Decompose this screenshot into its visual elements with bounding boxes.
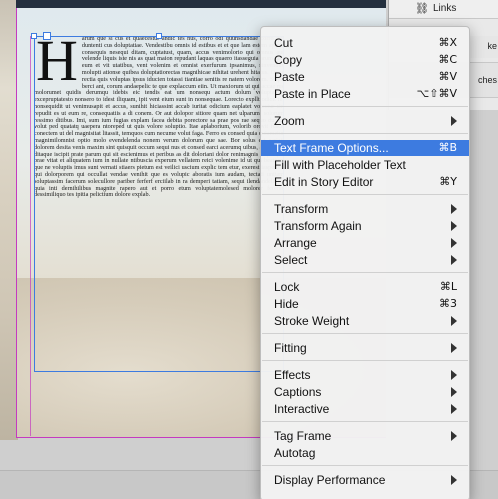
submenu-arrow-icon [451, 387, 457, 397]
menu-separator [262, 133, 468, 134]
links-panel-tab[interactable]: ⛓ Links [389, 0, 498, 19]
menu-item-label: Transform Again [274, 219, 362, 233]
menu-separator [262, 333, 468, 334]
menu-item-captions[interactable]: Captions [261, 384, 469, 400]
submenu-arrow-icon [451, 221, 457, 231]
submenu-arrow-icon [451, 370, 457, 380]
menu-item-label: Hide [274, 297, 299, 311]
menu-item-label: Cut [274, 36, 293, 50]
document-window: H arum que si cus et quaecestur andic te… [0, 0, 498, 499]
menu-item-paste[interactable]: Paste ⌘V [261, 69, 469, 85]
menu-item-label: Edit in Story Editor [274, 175, 374, 189]
resize-handle-top-left[interactable] [31, 33, 37, 39]
menu-item-fill-with-placeholder-text[interactable]: Fill with Placeholder Text [261, 157, 469, 173]
menu-item-text-frame-options[interactable]: Text Frame Options... ⌘B [261, 140, 469, 156]
menu-item-label: Display Performance [274, 473, 386, 487]
menu-item-shortcut: ⌘C [438, 53, 457, 66]
menu-item-label: Copy [274, 53, 303, 67]
links-panel-label: Links [433, 3, 457, 14]
menu-item-paste-in-place[interactable]: Paste in Place ⌥⇧⌘V [261, 86, 469, 102]
panel-row-swatches-label: ches [477, 75, 497, 85]
submenu-arrow-icon [451, 404, 457, 414]
menu-item-label: Text Frame Options... [274, 141, 389, 155]
menu-item-shortcut: ⌘3 [439, 297, 457, 310]
menu-item-stroke-weight[interactable]: Stroke Weight [261, 313, 469, 329]
panel-row-stroke-label: ke [487, 41, 497, 51]
page-top-image-edge [16, 0, 386, 8]
menu-item-select[interactable]: Select [261, 252, 469, 268]
menu-item-autotag[interactable]: Autotag [261, 445, 469, 461]
menu-separator [262, 465, 468, 466]
menu-item-copy[interactable]: Copy ⌘C [261, 52, 469, 68]
menu-item-fitting[interactable]: Fitting [261, 340, 469, 356]
menu-item-label: Zoom [274, 114, 305, 128]
menu-item-shortcut: ⌘Y [439, 175, 457, 188]
menu-item-label: Select [274, 253, 308, 267]
menu-item-interactive[interactable]: Interactive [261, 401, 469, 417]
text-frame[interactable]: H arum que si cus et quaecestur andic te… [34, 36, 284, 372]
submenu-arrow-icon [451, 475, 457, 485]
menu-item-label: Transform [274, 202, 329, 216]
menu-item-label: Paste [274, 70, 305, 84]
context-menu: Cut ⌘X Copy ⌘C Paste ⌘V Paste in Place ⌥⇧⌘V Zoom… [260, 26, 470, 499]
menu-item-label: Fitting [274, 341, 307, 355]
submenu-arrow-icon [451, 204, 457, 214]
drop-cap: H [36, 36, 78, 93]
submenu-arrow-icon [451, 343, 457, 353]
menu-item-arrange[interactable]: Arrange [261, 235, 469, 251]
menu-item-hide[interactable]: Hide ⌘3 [261, 296, 469, 312]
menu-item-display-performance[interactable]: Display Performance [261, 472, 469, 488]
menu-item-lock[interactable]: Lock ⌘L [261, 279, 469, 295]
menu-item-edit-in-story-editor[interactable]: Edit in Story Editor ⌘Y [261, 174, 469, 190]
menu-item-shortcut: ⌘B [438, 141, 457, 154]
menu-item-label: Captions [274, 385, 322, 399]
menu-item-shortcut: ⌥⇧⌘V [416, 87, 457, 100]
menu-separator [262, 194, 468, 195]
menu-item-transform-again[interactable]: Transform Again [261, 218, 469, 234]
menu-separator [262, 421, 468, 422]
menu-separator [262, 360, 468, 361]
menu-item-label: Lock [274, 280, 300, 294]
submenu-arrow-icon [451, 316, 457, 326]
menu-item-shortcut: ⌘L [439, 280, 457, 293]
links-icon: ⛓ [415, 3, 429, 15]
resize-handle-top[interactable] [156, 33, 162, 39]
menu-item-cut[interactable]: Cut ⌘X [261, 35, 469, 51]
menu-item-label: Stroke Weight [274, 314, 350, 328]
menu-separator [262, 106, 468, 107]
menu-item-tag-frame[interactable]: Tag Frame [261, 428, 469, 444]
submenu-arrow-icon [451, 238, 457, 248]
menu-item-shortcut: ⌘X [438, 36, 457, 49]
menu-item-label: Fill with Placeholder Text [274, 158, 406, 172]
submenu-arrow-icon [451, 431, 457, 441]
menu-item-label: Paste in Place [274, 87, 351, 101]
menu-item-label: Autotag [274, 446, 316, 460]
menu-item-effects[interactable]: Effects [261, 367, 469, 383]
menu-item-label: Effects [274, 368, 311, 382]
menu-item-label: Arrange [274, 236, 317, 250]
submenu-arrow-icon [451, 116, 457, 126]
menu-item-zoom[interactable]: Zoom [261, 113, 469, 129]
in-port[interactable] [43, 32, 51, 40]
menu-item-transform[interactable]: Transform [261, 201, 469, 217]
submenu-arrow-icon [451, 255, 457, 265]
menu-separator [262, 272, 468, 273]
margin-guide [30, 36, 31, 436]
menu-item-label: Interactive [274, 402, 330, 416]
menu-item-label: Tag Frame [274, 429, 332, 443]
menu-item-shortcut: ⌘V [438, 70, 457, 83]
